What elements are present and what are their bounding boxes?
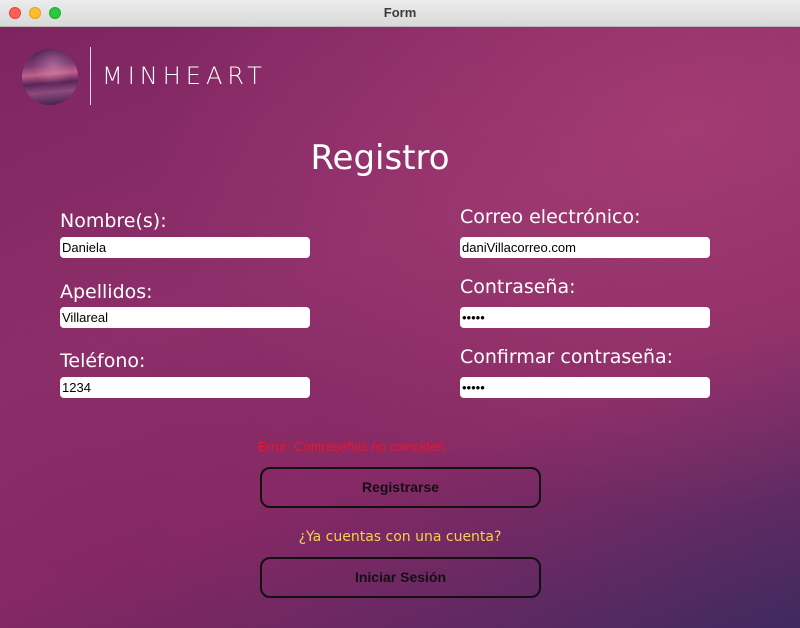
telefono-label: Teléfono: [60,350,146,372]
form-window: Form MINHEART Registro Nombre(s): Apelli… [0,0,800,628]
nombre-label: Nombre(s): [60,210,167,232]
account-question: ¿Ya cuentas con una cuenta? [298,529,502,545]
register-button[interactable]: Registrarse [260,467,541,508]
registration-panel: MINHEART Registro Nombre(s): Apellidos: … [0,27,800,628]
email-field[interactable] [460,237,710,258]
contrasena-label: Contraseña: [460,276,576,298]
correo-label: Correo electrónico: [460,206,641,228]
confirm-password-field[interactable] [460,377,710,398]
login-button[interactable]: Iniciar Sesión [260,557,541,598]
telefono-field[interactable] [60,377,310,398]
logo-wordmark: MINHEART [102,62,267,90]
confirmar-label: Confirmar contraseña: [460,346,674,368]
page-title: Registro [310,138,450,178]
logo-divider [90,47,91,105]
window-title: Form [383,5,417,20]
password-field[interactable] [460,307,710,328]
nombre-field[interactable] [60,237,310,258]
apellidos-field[interactable] [60,307,310,328]
planet-logo-icon [22,49,78,105]
error-message: Error: Contraseñas no coinciden [258,439,445,454]
apellidos-label: Apellidos: [60,281,153,303]
title-bar: Form [0,0,800,27]
